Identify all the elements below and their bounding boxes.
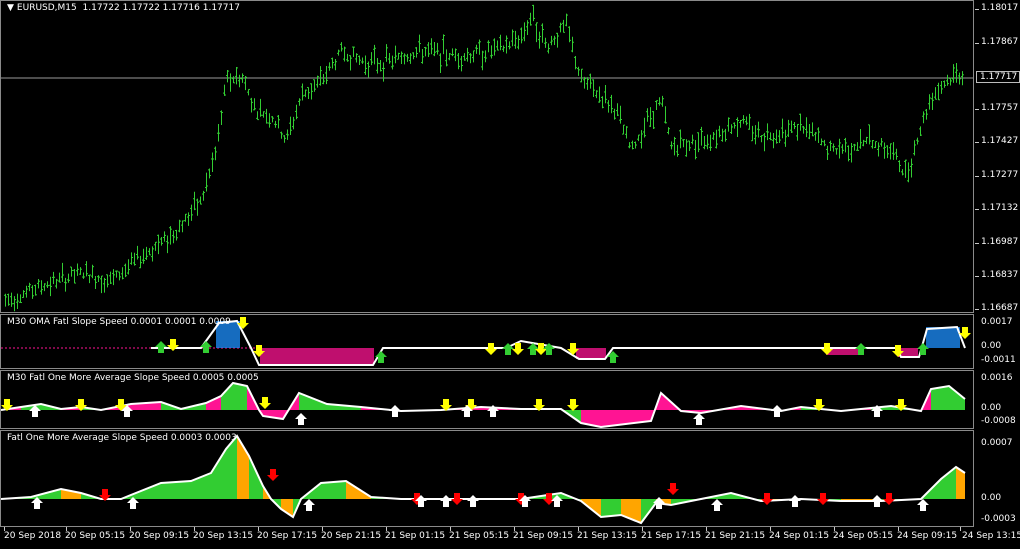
arrow-down-icon xyxy=(267,469,279,481)
indicator-title: M30 Fatl One More Average Slope Speed 0.… xyxy=(7,373,259,383)
arrow-up-icon xyxy=(303,499,315,511)
axis-tick: 0.0007 xyxy=(981,438,1013,448)
signal-line xyxy=(1,434,966,525)
indicator-pane-oma-fatl[interactable]: M30 OMA Fatl Slope Speed 0.0001 0.0001 0… xyxy=(0,314,974,369)
time-label: 21 Sep 09:15 xyxy=(513,531,574,541)
axis-tick: 0.0017 xyxy=(981,317,1013,327)
price-tick: 1.16687 xyxy=(981,303,1019,313)
time-axis: 20 Sep 2018 20 Sep 05:15 20 Sep 09:15 20 Se… xyxy=(0,527,1020,549)
price-tick: 1.16987 xyxy=(981,237,1019,247)
arrow-down-icon xyxy=(167,339,179,351)
arrow-up-icon xyxy=(917,499,929,511)
axis-tick: 0.0016 xyxy=(981,373,1013,383)
arrow-down-icon xyxy=(485,343,497,355)
price-bars xyxy=(1,4,973,312)
arrow-up-icon xyxy=(789,495,801,507)
price-tick: 1.17427 xyxy=(981,136,1019,146)
histogram-area xyxy=(221,383,233,410)
histogram-area xyxy=(931,386,949,410)
indicator-axis: 0.0017 0.00 -0.0011 xyxy=(975,314,1020,369)
axis-tick: 0.00 xyxy=(981,341,1002,351)
arrow-down-icon xyxy=(883,493,895,505)
time-label: 20 Sep 2018 xyxy=(4,531,62,541)
axis-tick: 0.00 xyxy=(981,493,1002,503)
arrow-up-icon xyxy=(295,413,307,425)
time-label: 21 Sep 17:15 xyxy=(641,531,702,541)
arrow-up-icon xyxy=(389,405,401,417)
arrow-up-icon xyxy=(693,413,705,425)
indicator-title: Fatl One More Average Slope Speed 0.0003… xyxy=(7,433,237,443)
price-tick: 1.17757 xyxy=(981,103,1019,113)
indicator-axis: 0.0007 0.00 -0.0003 xyxy=(975,430,1020,527)
arrow-up-icon xyxy=(771,405,783,417)
indicator-pane-fatl-speed[interactable]: Fatl One More Average Slope Speed 0.0003… xyxy=(0,430,974,527)
indicator-title: M30 OMA Fatl Slope Speed 0.0001 0.0001 0… xyxy=(7,317,231,327)
axis-tick: -0.0008 xyxy=(981,416,1016,426)
time-label: 20 Sep 13:15 xyxy=(193,531,254,541)
dropdown-triangle-icon[interactable]: ▼ xyxy=(7,3,14,13)
symbol-label: EURUSD,M15 xyxy=(16,3,77,13)
fatl-speed-histogram xyxy=(1,434,966,525)
histogram-area xyxy=(226,436,237,499)
current-price-label: 1.17717 xyxy=(976,71,1020,83)
price-tick: 1.17132 xyxy=(981,203,1019,213)
histogram-area xyxy=(233,383,247,410)
time-label: 20 Sep 21:15 xyxy=(321,531,382,541)
time-label: 24 Sep 05:15 xyxy=(833,531,894,541)
arrow-down-icon xyxy=(761,493,773,505)
time-tick xyxy=(960,527,961,531)
indicator-axis: 0.0016 0.00 -0.0008 xyxy=(975,370,1020,429)
time-label: 21 Sep 05:15 xyxy=(449,531,510,541)
chart-header: ▼ EURUSD,M15 1.17722 1.17722 1.17716 1.17… xyxy=(7,3,240,13)
arrow-up-icon xyxy=(653,497,665,509)
arrow-down-icon xyxy=(817,493,829,505)
axis-tick: 0.00 xyxy=(981,403,1002,413)
arrow-up-icon xyxy=(375,351,387,363)
arrow-up-icon xyxy=(440,495,452,507)
arrow-down-icon xyxy=(892,345,904,357)
arrow-up-icon xyxy=(871,495,883,507)
time-label: 21 Sep 01:15 xyxy=(385,531,446,541)
arrow-up-icon xyxy=(711,499,723,511)
time-label: 20 Sep 09:15 xyxy=(129,531,190,541)
price-axis: 1.18017 1.17867 1.17757 1.17427 1.17277 … xyxy=(975,0,1020,313)
indicator-pane-fatl-one-more[interactable]: M30 Fatl One More Average Slope Speed 0.… xyxy=(0,370,974,429)
arrow-up-icon xyxy=(200,341,212,353)
axis-tick: -0.0003 xyxy=(981,514,1016,524)
price-tick: 1.16837 xyxy=(981,270,1019,280)
histogram-area xyxy=(281,499,293,517)
price-chart-pane[interactable]: ▼ EURUSD,M15 1.17722 1.17722 1.17716 1.17… xyxy=(0,0,974,313)
time-label: 21 Sep 21:15 xyxy=(705,531,766,541)
arrow-down-icon xyxy=(667,483,679,495)
price-tick: 1.18017 xyxy=(981,3,1019,13)
time-label: 24 Sep 13:15 xyxy=(962,531,1020,541)
arrow-down-icon xyxy=(567,399,579,411)
arrow-down-icon xyxy=(451,493,463,505)
axis-tick: -0.0011 xyxy=(981,355,1016,365)
price-tick: 1.17867 xyxy=(981,37,1019,47)
ohlc-values: 1.17722 1.17722 1.17716 1.17717 xyxy=(82,3,240,13)
time-label: 24 Sep 09:15 xyxy=(897,531,958,541)
arrow-up-icon xyxy=(155,341,167,353)
time-label: 20 Sep 05:15 xyxy=(65,531,126,541)
arrow-down-icon xyxy=(259,397,271,409)
arrow-up-icon xyxy=(467,495,479,507)
price-tick: 1.17277 xyxy=(981,170,1019,180)
histogram-area xyxy=(211,449,226,499)
time-label: 20 Sep 17:15 xyxy=(257,531,318,541)
time-label: 24 Sep 01:15 xyxy=(769,531,830,541)
time-label: 21 Sep 13:15 xyxy=(577,531,638,541)
